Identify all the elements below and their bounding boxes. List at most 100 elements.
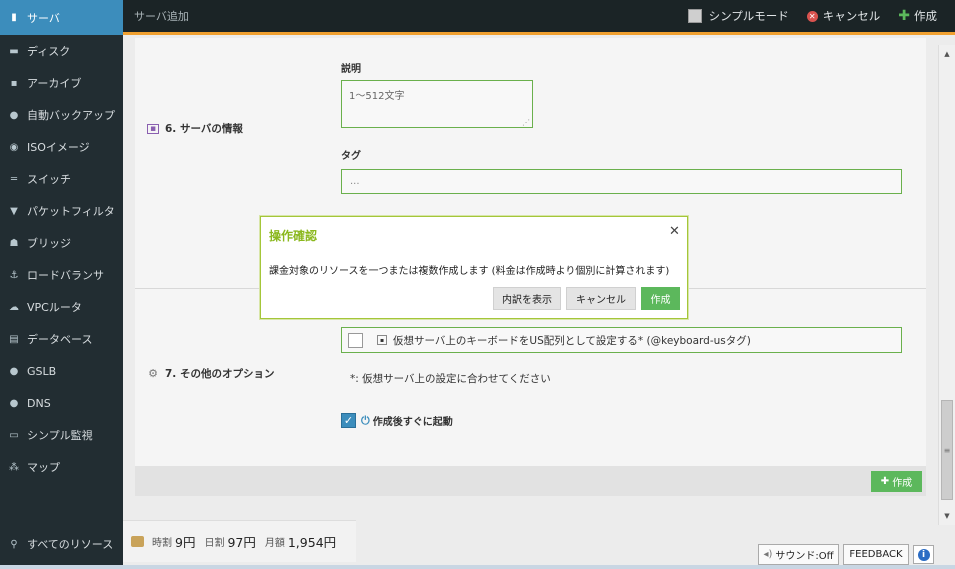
- speaker-icon: ◂): [763, 549, 773, 560]
- cancel-button[interactable]: ✕ キャンセル: [806, 8, 881, 24]
- sidebar-item-filter[interactable]: ▼ パケットフィルタ: [0, 195, 123, 227]
- loadbalancer-icon: ⚓: [9, 269, 19, 281]
- sidebar-item-all-resources[interactable]: ⚲ すべてのリソース: [0, 528, 123, 560]
- confirm-dialog: 操作確認 ✕ 課金対象のリソースを一つまたは複数作成します (料金は作成時より個…: [260, 216, 688, 319]
- dialog-create-button[interactable]: 作成: [641, 287, 680, 310]
- gslb-icon: ●: [9, 365, 19, 377]
- scroll-down-icon[interactable]: ▼: [939, 509, 955, 523]
- keyboard-icon: ▪: [377, 335, 387, 345]
- description-field[interactable]: 1～512文字 ⋰: [341, 80, 533, 128]
- sidebar-item-server[interactable]: ▮ サーバ: [0, 0, 123, 35]
- server-icon: ▮: [11, 12, 17, 23]
- scroll-up-icon[interactable]: ▲: [939, 47, 955, 61]
- plus-icon: ✚: [880, 476, 890, 487]
- daily-value: 97円: [227, 535, 256, 550]
- dialog-message: 課金対象のリソースを一つまたは複数作成します (料金は作成時より個別に計算されま…: [269, 266, 670, 277]
- sidebar-item-label: VPCルータ: [27, 301, 82, 314]
- sound-label: サウンド:Off: [775, 551, 834, 562]
- info-button[interactable]: i: [913, 545, 934, 564]
- archive-icon: ▪: [10, 77, 18, 89]
- sidebar-item-label: 自動バックアップ: [27, 109, 115, 122]
- sidebar-item-gslb[interactable]: ● GSLB: [0, 355, 123, 387]
- keyboard-option-label: 仮想サーバ上のキーボードをUS配列として設定する* (@keyboard-usタ…: [393, 334, 751, 347]
- scroll-thumb[interactable]: ≡: [941, 400, 953, 500]
- gear-icon: ⚙: [148, 367, 158, 380]
- sidebar: ▮ サーバ ▬ ディスク ▪ アーカイブ ● 自動バックアップ ◉ ISOイメージ ═ スイッチ ▼ パケ…: [0, 0, 123, 569]
- backup-icon: ●: [9, 109, 19, 121]
- hourly-value: 9円: [175, 535, 196, 550]
- resize-handle-icon[interactable]: ⋰: [522, 118, 530, 127]
- filter-icon: ▼: [10, 205, 18, 217]
- sidebar-list: ▮ サーバ ▬ ディスク ▪ アーカイブ ● 自動バックアップ ◉ ISOイメージ ═ スイッチ ▼ パケ…: [0, 0, 123, 483]
- monthly-value: 1,954円: [287, 535, 337, 550]
- boot-checkbox[interactable]: ✓: [341, 413, 356, 428]
- scrollbar[interactable]: ▲ ≡ ▼: [938, 45, 955, 525]
- section-other-options: ⚙ 7. その他のオプション: [147, 366, 274, 381]
- section-title: 6. サーバの情報: [165, 123, 243, 135]
- sidebar-item-disk[interactable]: ▬ ディスク: [0, 35, 123, 67]
- topbar: サーバ追加 シンプルモード ✕ キャンセル ✚ 作成: [123, 0, 955, 35]
- sidebar-item-loadbalancer[interactable]: ⚓ ロードバランサ: [0, 259, 123, 291]
- sidebar-bottom: ⚲ すべてのリソース: [0, 528, 123, 560]
- sidebar-item-database[interactable]: ▤ データベース: [0, 323, 123, 355]
- search-icon: ⚲: [10, 538, 18, 550]
- keyboard-checkbox[interactable]: [348, 332, 363, 348]
- sidebar-item-label: パケットフィルタ: [27, 205, 115, 218]
- sidebar-item-map[interactable]: ⁂ マップ: [0, 451, 123, 483]
- id-card-icon: ▪: [147, 123, 159, 134]
- sidebar-item-label: ISOイメージ: [27, 141, 90, 154]
- sidebar-item-label: アーカイブ: [27, 77, 82, 90]
- database-icon: ▤: [9, 333, 19, 345]
- sidebar-item-label: DNS: [27, 396, 51, 410]
- sidebar-item-label: シンプル監視: [27, 429, 93, 442]
- sidebar-item-label: GSLB: [27, 364, 57, 378]
- map-icon: ⁂: [9, 461, 19, 473]
- dialog-title: 操作確認: [269, 229, 318, 243]
- keyboard-note: *: 仮想サーバ上の設定に合わせてください: [341, 363, 902, 393]
- power-icon: ⏻: [361, 413, 370, 427]
- sound-toggle-button[interactable]: ◂) サウンド:Off: [758, 544, 839, 565]
- sidebar-item-router[interactable]: ☁ VPCルータ: [0, 291, 123, 323]
- dialog-create-label: 作成: [650, 295, 671, 306]
- sidebar-item-dns[interactable]: ● DNS: [0, 387, 123, 419]
- tag-input[interactable]: ...: [341, 169, 902, 194]
- form-create-button[interactable]: ✚ 作成: [871, 471, 922, 492]
- sidebar-item-label: マップ: [27, 461, 60, 474]
- sidebar-item-disc[interactable]: ◉ ISOイメージ: [0, 131, 123, 163]
- close-icon[interactable]: ✕: [669, 224, 680, 239]
- info-icon: i: [917, 548, 930, 561]
- monthly-label: 月額: [264, 538, 285, 549]
- dialog-cancel-label: キャンセル: [576, 295, 626, 306]
- sidebar-item-bridge[interactable]: ☗ ブリッジ: [0, 227, 123, 259]
- price-icon: [131, 536, 144, 547]
- monitor-icon: ▭: [9, 429, 19, 441]
- router-icon: ☁: [9, 301, 19, 313]
- show-details-button[interactable]: 内訳を表示: [493, 287, 561, 310]
- show-details-label: 内訳を表示: [502, 295, 552, 306]
- feedback-button[interactable]: FEEDBACK: [843, 544, 909, 565]
- dns-icon: ●: [9, 397, 19, 409]
- checkbox-icon: [687, 9, 702, 23]
- price-summary: 時割 9円 日割 97円 月額 1,954円: [123, 520, 356, 562]
- sidebar-item-monitor[interactable]: ▭ シンプル監視: [0, 419, 123, 451]
- boot-option-row[interactable]: ✓ ⏻ 作成後すぐに起動: [341, 413, 453, 428]
- form-footer: [135, 466, 926, 496]
- keyboard-note-text: *: 仮想サーバ上の設定に合わせてください: [350, 372, 551, 385]
- sidebar-item-archive[interactable]: ▪ アーカイブ: [0, 67, 123, 99]
- create-label: 作成: [914, 9, 937, 23]
- simple-mode-label: シンプルモード: [708, 9, 789, 23]
- dialog-cancel-button[interactable]: キャンセル: [566, 287, 636, 310]
- bridge-icon: ☗: [9, 237, 19, 249]
- create-button[interactable]: ✚ 作成: [898, 8, 937, 24]
- description-placeholder: 1～512文字: [349, 91, 405, 102]
- plus-icon: ✚: [898, 8, 910, 24]
- cancel-label: キャンセル: [822, 9, 881, 23]
- keyboard-option-row[interactable]: ▪ 仮想サーバ上のキーボードをUS配列として設定する* (@keyboard-u…: [341, 327, 902, 353]
- sidebar-item-switch[interactable]: ═ スイッチ: [0, 163, 123, 195]
- sidebar-item-backup[interactable]: ● 自動バックアップ: [0, 99, 123, 131]
- form-create-label: 作成: [892, 478, 913, 489]
- switch-icon: ═: [10, 173, 18, 185]
- tag-label: タグ: [341, 151, 361, 162]
- page-title: サーバ追加: [134, 10, 189, 23]
- simple-mode-toggle[interactable]: シンプルモード: [687, 8, 789, 24]
